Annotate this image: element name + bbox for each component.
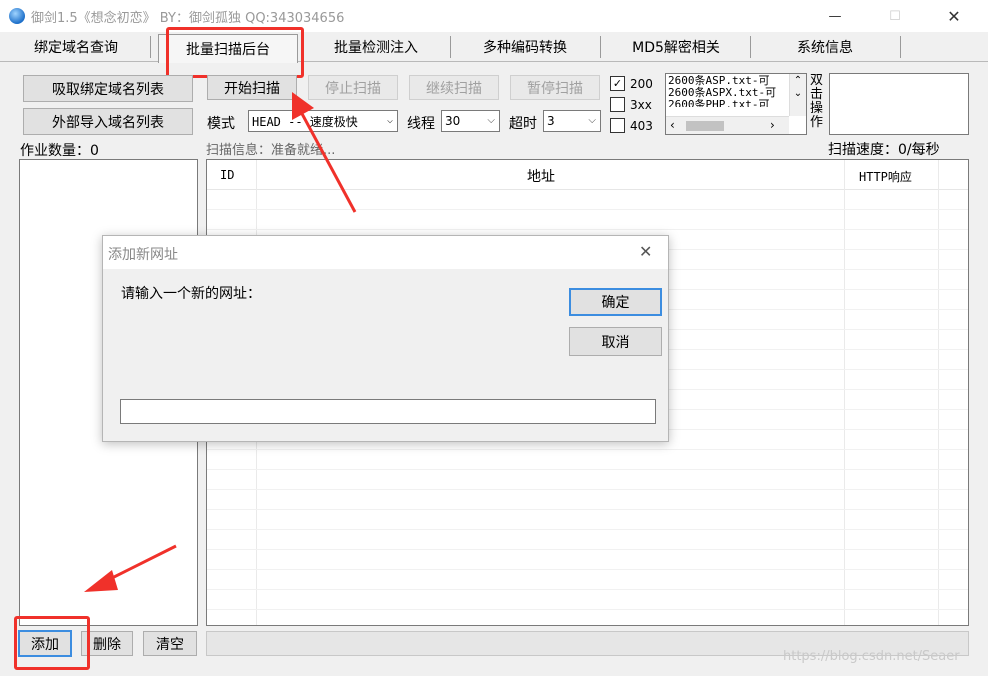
arrowhead-to-add (84, 570, 118, 592)
arrow-to-add (103, 544, 177, 584)
arrow-to-tab (298, 109, 357, 213)
annotation-arrows (84, 92, 357, 592)
watermark: https://blog.csdn.net/Seaer (783, 649, 960, 664)
